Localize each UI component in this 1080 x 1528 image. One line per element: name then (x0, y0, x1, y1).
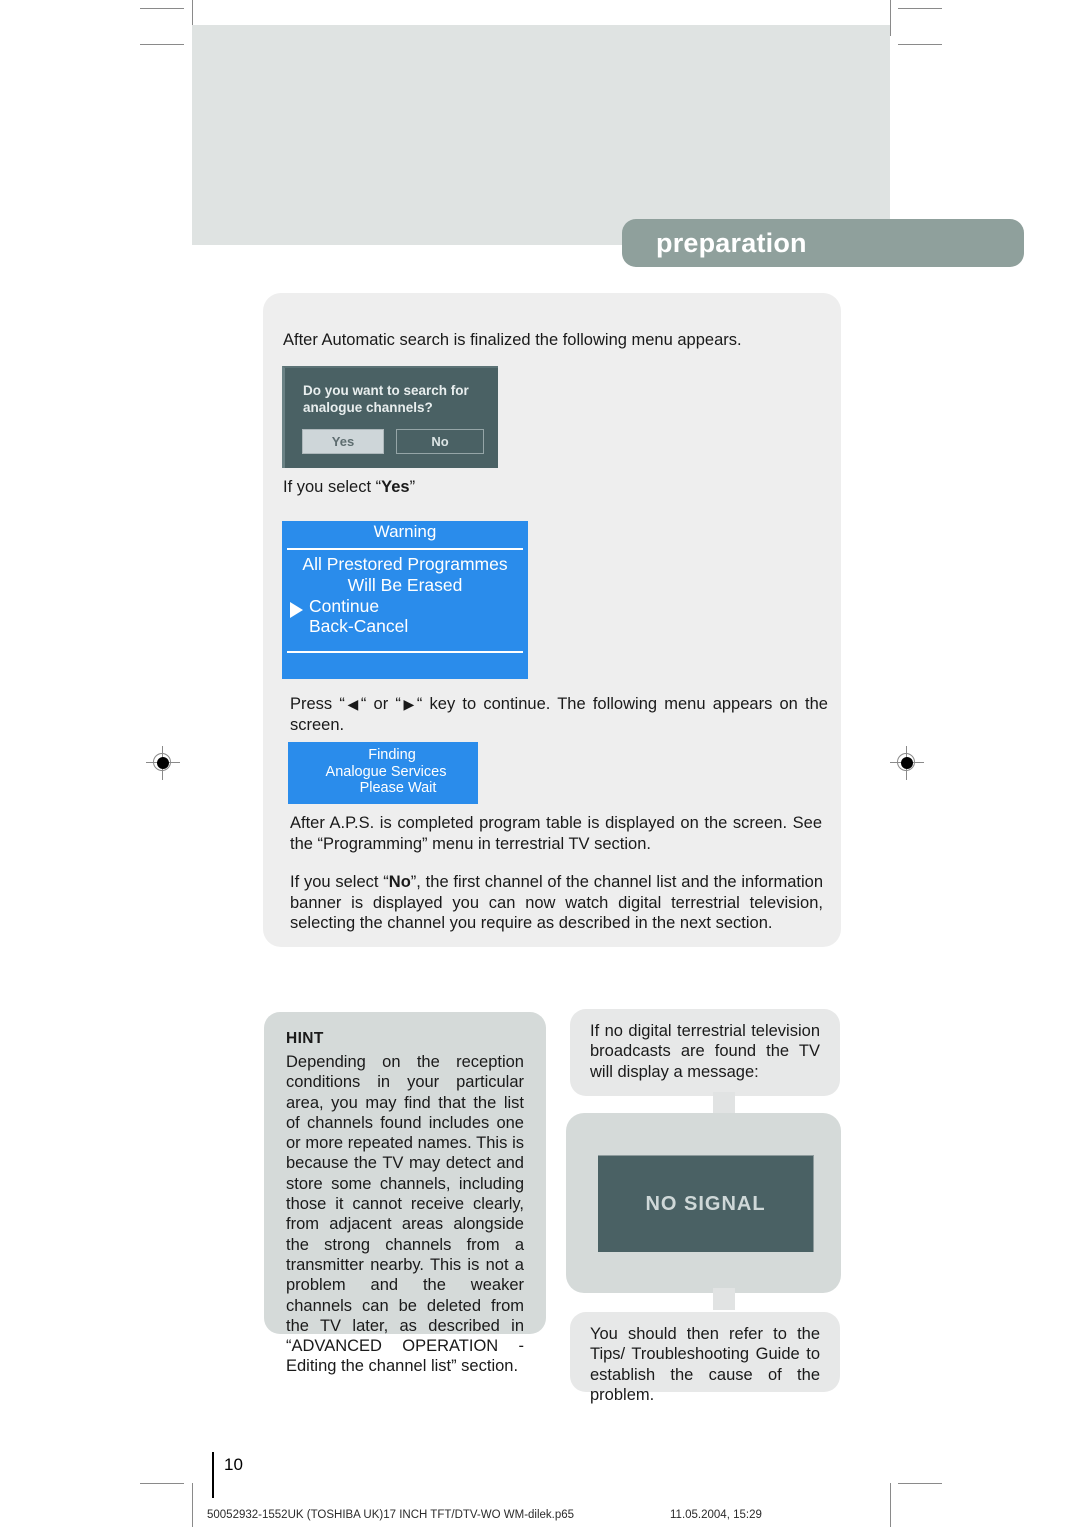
intro-paragraph: After Automatic search is finalized the … (283, 331, 742, 349)
crop-mark-bottom-right-v (890, 1483, 891, 1527)
page-number: 10 (224, 1455, 243, 1474)
page-number-rule (212, 1452, 214, 1498)
osd-finding-dialog: Finding Analogue Services Please Wait (288, 742, 478, 804)
callout-bottom-text: You should then refer to the Tips/ Troub… (590, 1325, 820, 1404)
registration-mark-left (146, 746, 180, 780)
crop-mark-bottom-left-v (192, 1483, 193, 1527)
osd-warning-title: Warning (373, 522, 437, 541)
footer-file-name: 50052932-1552UK (TOSHIBA UK)17 INCH TFT/… (207, 1509, 575, 1521)
osd-warning-dialog: Warning All Prestored Programmes Will Be… (282, 521, 528, 679)
registration-dot (901, 757, 913, 769)
hint-title: HINT (286, 1030, 324, 1047)
left-arrow-icon: ◀ (344, 696, 361, 712)
section-title-pill: preparation (622, 219, 1024, 267)
osd-warning-separator-bottom (287, 651, 523, 653)
callout-troubleshooting: You should then refer to the Tips/ Troub… (570, 1312, 840, 1404)
crop-mark-top-right-h2 (898, 44, 942, 45)
select-no-prefix: If you select “ (290, 873, 389, 891)
callout-top-text: If no digital terrestrial television bro… (590, 1022, 820, 1081)
hint-box: HINT Depending on the reception conditio… (264, 1012, 546, 1375)
osd-finding-line1: Finding (368, 747, 416, 763)
select-no-paragraph: If you select “No”, the first channel of… (290, 872, 823, 934)
aps-paragraph: After A.P.S. is completed program table … (290, 814, 822, 853)
tv-screen-frame: NO SIGNAL (566, 1113, 841, 1293)
osd-no-button[interactable]: No (396, 429, 484, 454)
crop-mark-top-right-v (890, 0, 891, 36)
osd-warning-line1: All Prestored Programmes (302, 554, 508, 574)
footer-timestamp: 11.05.2004, 15:29 (670, 1509, 762, 1521)
right-triangle-cursor-icon (290, 602, 303, 618)
osd-yes-button[interactable]: Yes (302, 429, 384, 454)
osd-question-text: Do you want to search for analogue chann… (303, 383, 469, 415)
osd-warning-separator-top (287, 548, 523, 550)
no-signal-message: NO SIGNAL (645, 1192, 766, 1215)
crop-mark-top-left-h (140, 8, 184, 9)
select-yes-suffix: ” (409, 478, 416, 496)
callout-no-broadcasts: If no digital terrestrial television bro… (570, 1009, 840, 1096)
select-yes-prefix: If you select “ (283, 478, 382, 496)
crop-mark-top-left-h2 (140, 44, 184, 45)
osd-option-back-cancel[interactable]: Back-Cancel (309, 616, 408, 637)
select-yes-paragraph: If you select “Yes” (283, 477, 683, 498)
hint-body-text: Depending on the reception conditions in… (286, 1053, 524, 1376)
select-no-bold: No (388, 873, 411, 891)
page-header-band: preparation (192, 25, 1024, 267)
osd-finding-line2: Analogue Services (325, 763, 447, 780)
right-arrow-icon: ▶ (400, 696, 417, 712)
press-key-paragraph: Press “◀“ or “▶“ key to continue. The fo… (290, 694, 828, 735)
registration-mark-right (890, 746, 924, 780)
registration-dot (157, 757, 169, 769)
osd-analogue-search-dialog: Do you want to search for analogue chann… (282, 366, 498, 468)
select-yes-bold: Yes (381, 478, 410, 496)
crop-mark-top-right-h (898, 8, 942, 9)
press-key-mid: “ or “ (360, 695, 401, 713)
crop-mark-bottom-right-h (898, 1483, 942, 1484)
callout-connector-bottom (713, 1288, 735, 1310)
osd-finding-line3: Please Wait (359, 780, 437, 796)
osd-warning-line2: Will Be Erased (347, 575, 463, 595)
osd-option-continue[interactable]: Continue (309, 596, 379, 617)
crop-mark-bottom-left-h (140, 1483, 184, 1484)
callout-connector-top (713, 1092, 735, 1114)
tv-screen-display: NO SIGNAL (598, 1155, 814, 1252)
press-key-before: Press “ (290, 695, 345, 713)
page-title: preparation (656, 227, 807, 258)
